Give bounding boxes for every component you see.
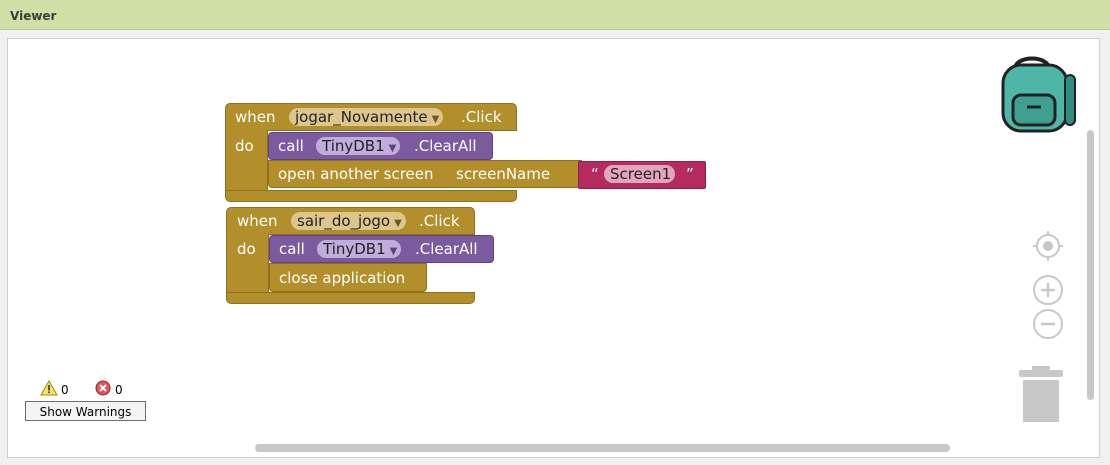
- error-count: 0: [115, 383, 123, 397]
- component-dropdown-value: TinyDB1: [322, 137, 385, 155]
- component-dropdown[interactable]: TinyDB1 ▼: [317, 240, 402, 258]
- when-label: when: [237, 212, 278, 230]
- dropdown-arrow-icon: ▼: [388, 143, 397, 154]
- close-quote: ”: [686, 165, 694, 183]
- component-dropdown[interactable]: sair_do_jogo ▼: [291, 212, 406, 230]
- show-warnings-button[interactable]: Show Warnings: [25, 401, 146, 421]
- open-quote: “: [591, 165, 599, 183]
- do-label: do: [235, 137, 254, 155]
- event-label: .Click: [461, 108, 502, 126]
- zoom-in-icon[interactable]: [1032, 274, 1064, 306]
- call-label: call: [279, 240, 305, 258]
- zoom-out-icon[interactable]: [1032, 308, 1064, 340]
- viewer-titlebar: Viewer: [0, 0, 1110, 30]
- warning-count: 0: [61, 383, 69, 397]
- event-block-footer: [226, 292, 475, 304]
- when-label: when: [235, 108, 276, 126]
- backpack-icon[interactable]: [997, 51, 1079, 135]
- method-label: .ClearAll: [415, 240, 478, 258]
- close-application-label: close application: [279, 269, 406, 287]
- event-block-footer: [225, 190, 517, 202]
- dropdown-arrow-icon: ▼: [431, 114, 440, 125]
- viewer-title: Viewer: [10, 9, 57, 23]
- component-dropdown-value: jogar_Novamente: [295, 108, 428, 126]
- do-label: do: [237, 240, 256, 258]
- component-dropdown-value: sair_do_jogo: [297, 212, 391, 230]
- event-label: .Click: [419, 212, 460, 230]
- component-dropdown[interactable]: TinyDB1 ▼: [316, 137, 401, 155]
- text-value-field[interactable]: Screen1: [604, 165, 676, 183]
- trash-icon[interactable]: [1019, 366, 1063, 422]
- component-dropdown-value: TinyDB1: [323, 240, 386, 258]
- call-label: call: [278, 137, 304, 155]
- open-screen-label: open another screen: [278, 165, 434, 183]
- dropdown-arrow-icon: ▼: [394, 218, 402, 229]
- vertical-scrollbar[interactable]: [1087, 130, 1094, 400]
- dropdown-arrow-icon: ▼: [389, 246, 398, 257]
- warning-icon: [40, 379, 58, 399]
- horizontal-scrollbar[interactable]: [255, 444, 950, 452]
- error-icon: [95, 380, 111, 399]
- screen-name-param: screenName: [456, 165, 551, 183]
- blocks-workspace[interactable]: [7, 38, 1100, 458]
- component-dropdown[interactable]: jogar_Novamente ▼: [289, 108, 444, 126]
- method-label: .ClearAll: [414, 137, 477, 155]
- center-target-icon[interactable]: [1032, 230, 1064, 262]
